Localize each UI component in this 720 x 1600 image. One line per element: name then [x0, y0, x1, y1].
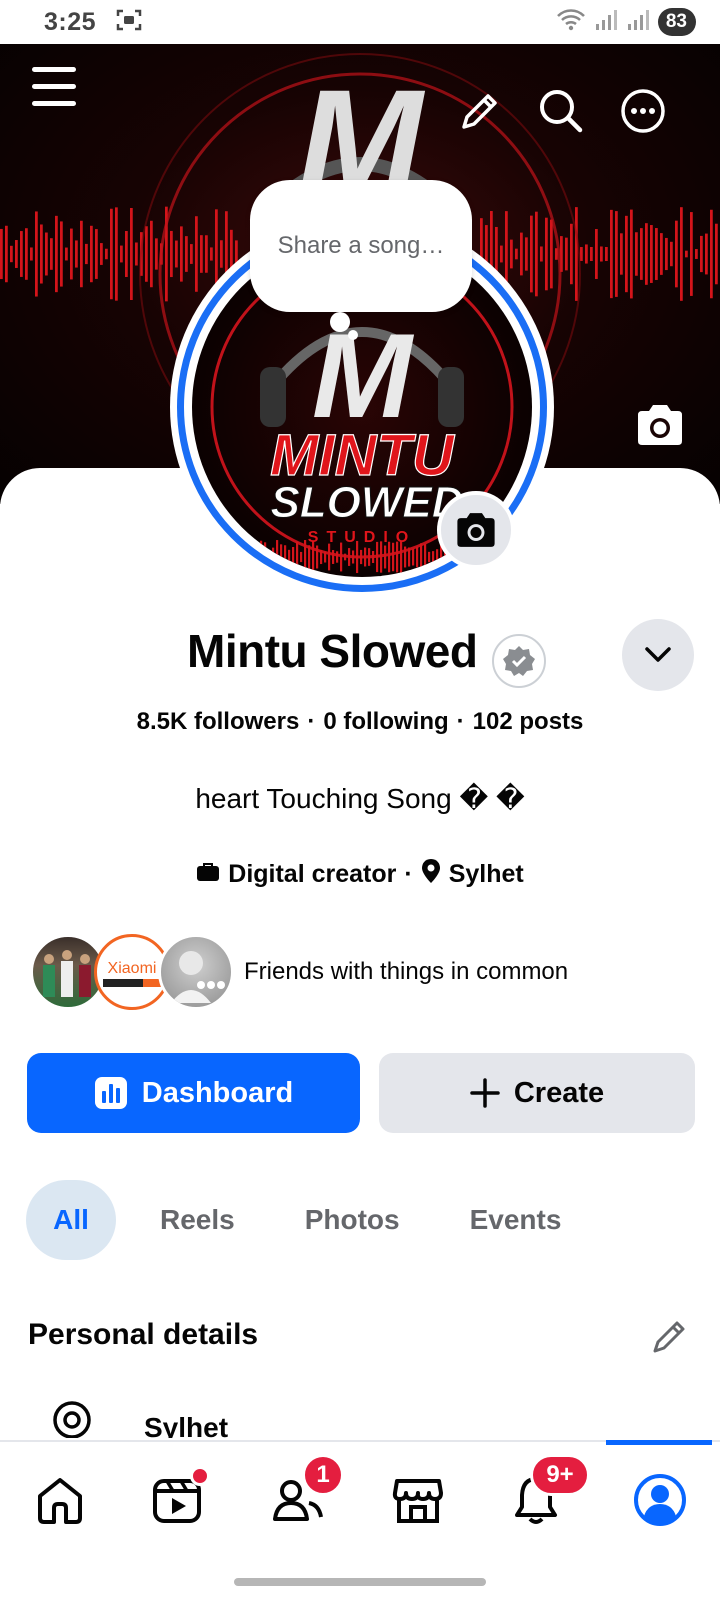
bottom-navigation	[0, 1440, 720, 1558]
briefcase-icon	[196, 860, 220, 889]
signal-icon-2	[626, 8, 650, 37]
friends-in-common[interactable]: Xiaomi Friends with things in common	[30, 934, 568, 1010]
xiaomi-logo-text: Xiaomi	[108, 960, 157, 977]
bubble-tail-dot	[330, 312, 350, 332]
profile-meta: Digital creator · Sylhet	[0, 858, 720, 891]
profile-name: Mintu Slowed	[187, 625, 478, 677]
friends-badge: 1	[302, 1454, 344, 1496]
home-icon	[38, 1478, 82, 1524]
battery-indicator: 83	[657, 8, 696, 36]
profile-icon	[634, 1474, 686, 1526]
pencil-icon	[462, 94, 497, 129]
personal-details-title: Personal details	[28, 1318, 259, 1351]
nav-notifications[interactable]: 9+	[500, 1454, 590, 1540]
tab-photos[interactable]: Photos	[305, 1180, 400, 1260]
notifications-badge: 9+	[530, 1454, 590, 1496]
stats-separator: ·	[307, 708, 316, 735]
followers-count[interactable]: 8.5K followers	[137, 708, 300, 735]
dashboard-icon	[94, 1077, 127, 1109]
profile-tabs: All Reels Photos Events	[26, 1180, 561, 1260]
video-notification-dot	[190, 1466, 210, 1486]
nav-video[interactable]	[142, 1460, 214, 1540]
more-button[interactable]	[618, 86, 668, 136]
more-icon	[621, 89, 665, 133]
posts-count[interactable]: 102 posts	[473, 708, 584, 735]
following-count[interactable]: 0 following	[323, 708, 448, 735]
tab-events[interactable]: Events	[470, 1180, 562, 1260]
edit-details-button[interactable]	[650, 1316, 690, 1361]
friends-in-common-text: Friends with things in common	[244, 958, 569, 985]
name-row: Mintu Slowed	[0, 612, 720, 698]
pencil-icon	[653, 1321, 685, 1353]
detail-item-location: Sylhet	[50, 1398, 670, 1438]
svg-text:STUDIO: STUDIO	[308, 529, 416, 546]
profile-screen: 3:25 83 M M MINTU SLOWED STUDIO Share a …	[0, 0, 720, 1600]
menu-icon	[32, 67, 76, 106]
search-icon	[540, 90, 583, 133]
profile-stats: 8.5K followers · 0 following · 102 posts	[0, 708, 720, 736]
search-button[interactable]	[536, 86, 586, 136]
dashboard-button[interactable]: Dashboard	[27, 1053, 360, 1133]
share-song-placeholder: Share a song…	[277, 232, 445, 259]
edit-cover-button[interactable]	[455, 86, 505, 136]
verified-badge-icon	[503, 646, 535, 676]
location-pin-icon	[421, 858, 441, 891]
active-tab-indicator	[606, 1440, 712, 1445]
share-song-bubble[interactable]: Share a song…	[250, 180, 472, 312]
bubble-tail-dot-small	[348, 330, 358, 340]
profile-bio: heart Touching Song � �	[195, 783, 525, 814]
camera-icon	[638, 405, 682, 445]
svg-text:SLOWED: SLOWED	[270, 478, 463, 527]
nav-friends[interactable]: 1	[262, 1454, 344, 1540]
signal-icon-1	[594, 8, 618, 37]
meta-separator: ·	[404, 860, 413, 888]
cover-camera-button[interactable]	[632, 400, 688, 450]
create-button[interactable]: Create	[379, 1053, 695, 1133]
create-label: Create	[513, 1076, 605, 1109]
status-bar: 3:25 83	[0, 0, 720, 44]
plus-icon	[470, 1078, 500, 1108]
menu-button[interactable]	[28, 64, 80, 110]
profile-dropdown-button[interactable]	[622, 619, 694, 691]
nav-home[interactable]	[24, 1460, 96, 1540]
detail-location-text: Sylhet	[144, 1412, 229, 1438]
tab-reels[interactable]: Reels	[160, 1180, 235, 1260]
camera-icon	[457, 513, 495, 547]
stats-separator: ·	[456, 708, 465, 735]
nav-profile[interactable]	[624, 1460, 696, 1540]
nav-marketplace[interactable]	[382, 1460, 454, 1540]
home-gesture-bar[interactable]	[234, 1578, 486, 1586]
chevron-down-icon	[645, 647, 671, 662]
location-icon	[53, 1401, 91, 1438]
verified-badge[interactable]	[492, 634, 546, 688]
wifi-icon	[556, 8, 586, 37]
marketplace-icon	[392, 1479, 443, 1523]
profile-location: Sylhet	[448, 860, 524, 888]
profile-camera-button[interactable]	[437, 491, 515, 569]
tab-all[interactable]: All	[26, 1180, 116, 1260]
dashboard-label: Dashboard	[141, 1076, 294, 1109]
screenshot-icon	[116, 8, 142, 37]
friend-avatar-person	[158, 934, 234, 1010]
profile-category: Digital creator	[228, 860, 397, 888]
status-time: 3:25	[44, 7, 97, 36]
